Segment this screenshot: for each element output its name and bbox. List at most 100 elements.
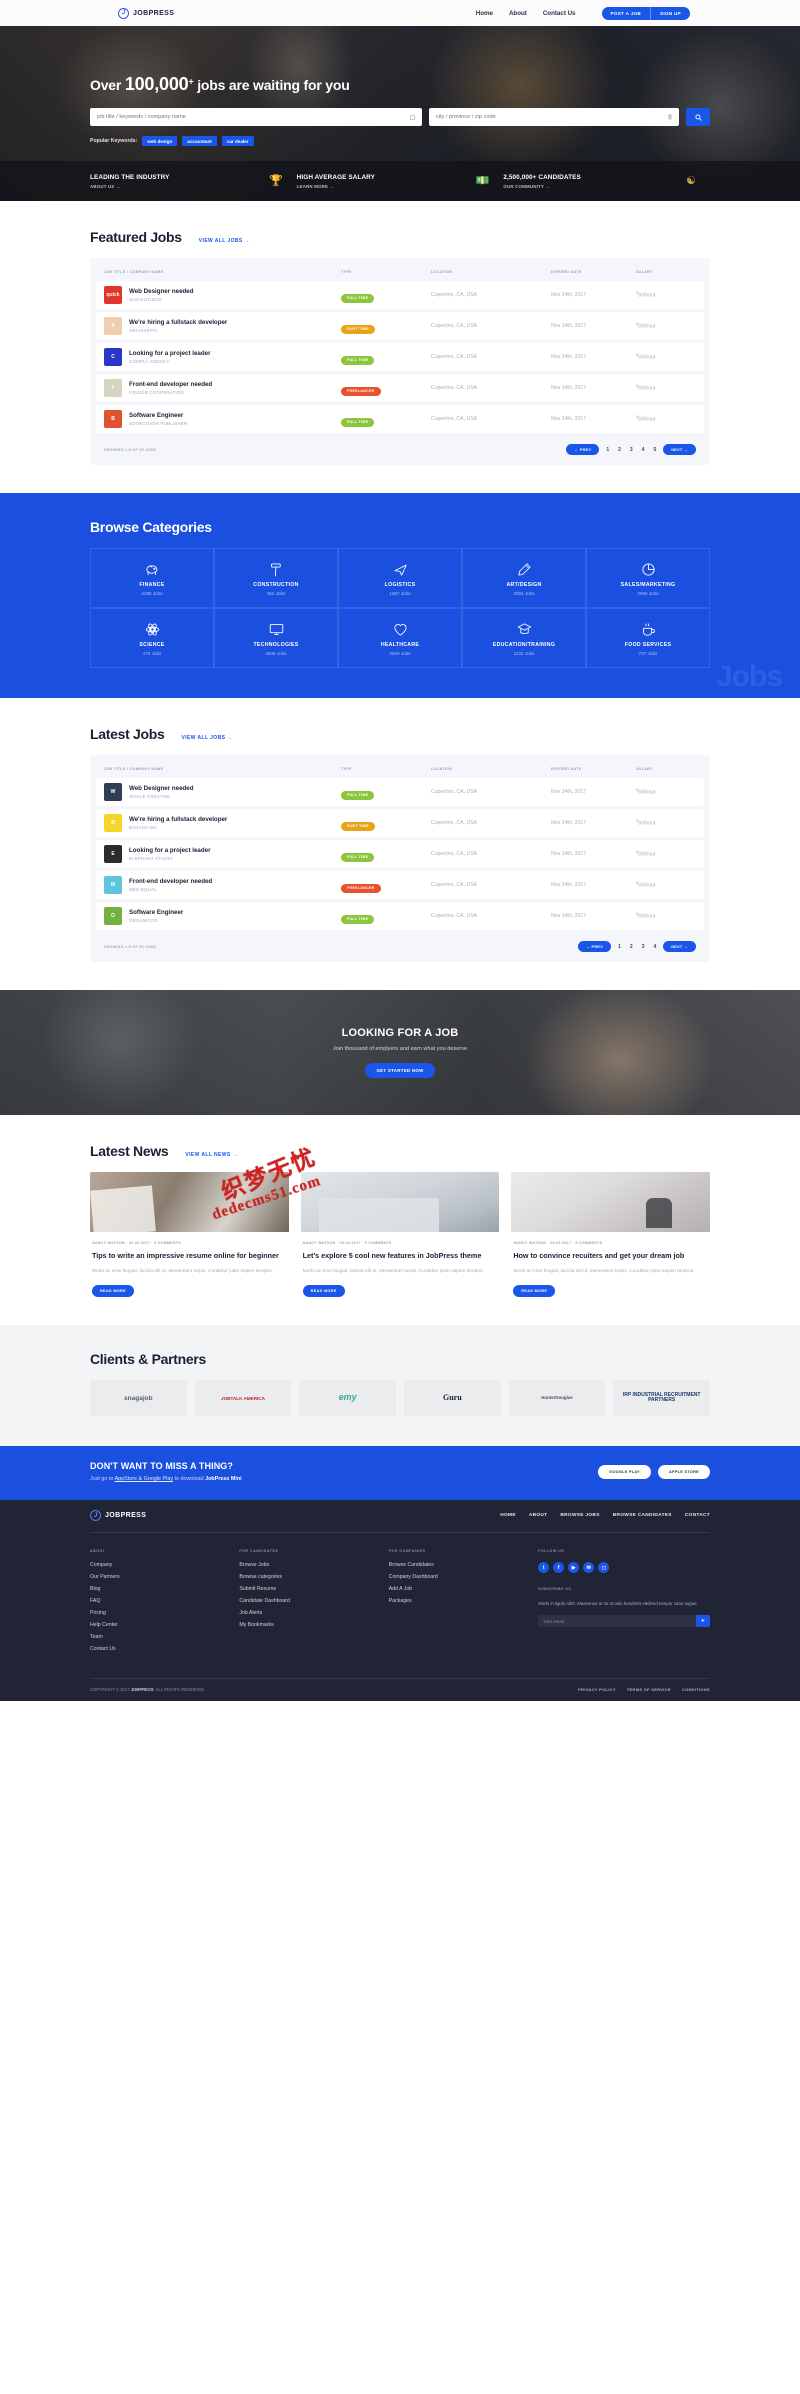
search-submit-button[interactable]	[686, 108, 710, 126]
page-2[interactable]: 2	[616, 447, 623, 453]
footer-link-add-a-job[interactable]: Add A Job	[389, 1586, 538, 1592]
footer-nav-home[interactable]: HOME	[500, 1513, 516, 1518]
google-play-button[interactable]: GOOGLE PLAY	[598, 1464, 651, 1479]
news-card[interactable]: NANCY WATSON · 20.02.2017 · 5 COMMENTS Le…	[300, 1172, 500, 1298]
stat-link[interactable]: LEARN MORE →	[297, 184, 375, 189]
legal-conditions[interactable]: CONDITIONS	[682, 1687, 710, 1692]
page-2[interactable]: 2	[628, 944, 635, 950]
table-row[interactable]: O Software Engineer ORGANICOO FULL TIME Cupe…	[96, 902, 704, 930]
footer-link-browse-categories[interactable]: Browse categories	[239, 1574, 388, 1580]
footer-link-pricing[interactable]: Pricing	[90, 1610, 239, 1616]
table-row[interactable]: W Web Designer needed WHALE CREATIVE FULL T…	[96, 778, 704, 806]
stat-high-salary[interactable]: HIGH AVERAGE SALARY LEARN MORE → 💵	[297, 174, 504, 189]
partner-logo[interactable]: snagajob	[90, 1380, 187, 1417]
prev-page-button[interactable]: ← PREV	[566, 444, 600, 455]
news-card[interactable]: NANCY WATSON · 20.02.2017 · 5 COMMENTS Ti…	[90, 1172, 289, 1298]
footer-nav-browse-jobs[interactable]: BROWSE JOBS	[560, 1513, 599, 1518]
legal-privacy-policy[interactable]: PRIVACY POLICY	[578, 1687, 616, 1692]
footer-link-company-dashboard[interactable]: Company Dashboard	[389, 1574, 538, 1580]
footer-link-packages[interactable]: Packages	[389, 1598, 538, 1604]
stat-candidates[interactable]: 2,500,000+ CANDIDATES OUR COMMUNITY → ☯	[503, 174, 710, 189]
app-store-links[interactable]: AppStore & Google Play	[115, 1476, 173, 1482]
table-row[interactable]: A We're hiring a fullstack developer ARCHI…	[96, 312, 704, 340]
nav-item-home[interactable]: Home	[476, 10, 493, 17]
page-4[interactable]: 4	[640, 447, 647, 453]
table-row[interactable]: B Software Engineer BOOKCOVER PUBLISHER FUL…	[96, 405, 704, 433]
legal-terms-of-service[interactable]: TERMS OF SERVICE	[627, 1687, 671, 1692]
partner-logo[interactable]: IRP INDUSTRIAL RECRUITMENT PARTNERS	[613, 1380, 710, 1417]
footer-link-faq[interactable]: FAQ	[90, 1598, 239, 1604]
page-5[interactable]: 5	[651, 447, 658, 453]
send-icon[interactable]: ➤	[695, 1615, 710, 1628]
sign-up-button[interactable]: SIGN UP	[650, 6, 690, 20]
get-started-button[interactable]: GET STARTED NOW	[365, 1063, 435, 1078]
category-cell-finance[interactable]: FINANCE 4286 Jobs	[90, 548, 214, 608]
news-title[interactable]: Let's explore 5 cool new features in Job…	[303, 1251, 498, 1261]
table-row[interactable]: M Front-end developer needed MED-EQUAL FREE…	[96, 871, 704, 899]
stat-link[interactable]: ABOUT US →	[90, 184, 170, 189]
site-logo[interactable]: J JOBPRESS	[118, 7, 174, 19]
category-cell-art-design[interactable]: ART/DESIGN 3094 Jobs	[462, 548, 586, 608]
stat-link[interactable]: OUR COMMUNITY →	[503, 184, 580, 189]
next-page-button[interactable]: NEXT →	[663, 444, 696, 455]
footer-link-contact-us[interactable]: Contact Us	[90, 1646, 239, 1652]
footer-nav-about[interactable]: ABOUT	[529, 1513, 548, 1518]
prev-page-button[interactable]: ← PREV	[578, 941, 612, 952]
footer-link-our-partners[interactable]: Our Partners	[90, 1574, 239, 1580]
category-cell-food-services[interactable]: FOOD SERVICES 757 Jobs	[586, 608, 710, 668]
footer-link-team[interactable]: Team	[90, 1634, 239, 1640]
news-card[interactable]: NANCY WATSON · 20.02.2017 · 5 COMMENTS Ho…	[511, 1172, 710, 1298]
page-4[interactable]: 4	[651, 944, 658, 950]
page-3[interactable]: 3	[640, 944, 647, 950]
footer-nav-browse-candidates[interactable]: BROWSE CANDIDATES	[613, 1513, 672, 1518]
facebook-icon[interactable]: f	[553, 1562, 565, 1574]
table-row[interactable]: quick Web Designer needed QUICKSTUDIO FULL …	[96, 281, 704, 309]
category-cell-sales-marketing[interactable]: SALES/MARKETING 2955 Jobs	[586, 548, 710, 608]
partner-logo[interactable]: HunterDouglas	[508, 1380, 606, 1417]
footer-link-help-center[interactable]: Help Center	[90, 1622, 239, 1628]
footer-link-my-bookmarks[interactable]: My Bookmarks	[239, 1622, 388, 1628]
partner-logo[interactable]: Guru	[403, 1380, 501, 1417]
view-all-latest-jobs-link[interactable]: VIEW ALL JOBS →	[182, 735, 233, 741]
category-cell-technologies[interactable]: TECHNOLOGIES 4536 Jobs	[214, 608, 338, 668]
nav-item-contact[interactable]: Contact Us	[543, 10, 576, 17]
page-1[interactable]: 1	[616, 944, 623, 950]
footer-link-job-alerts[interactable]: Job Alerts	[239, 1610, 388, 1616]
footer-link-blog[interactable]: Blog	[90, 1586, 239, 1592]
page-1[interactable]: 1	[604, 447, 611, 453]
page-3[interactable]: 3	[628, 447, 635, 453]
next-page-button[interactable]: NEXT →	[663, 941, 696, 952]
table-row[interactable]: E Looking for a project leader ELEPHANT ST…	[96, 840, 704, 868]
stat-leading-industry[interactable]: LEADING THE INDUSTRY ABOUT US → 🏆	[90, 174, 297, 189]
subscribe-email-input[interactable]: Your email	[538, 1615, 696, 1628]
search-keyword-input[interactable]	[97, 114, 410, 120]
partner-logo[interactable]: JOBTALK AMERICA	[194, 1380, 292, 1417]
view-all-news-link[interactable]: VIEW ALL NEWS →	[185, 1152, 237, 1158]
apple-store-button[interactable]: APPLE STORE	[657, 1464, 710, 1479]
footer-link-candidate-dashboard[interactable]: Candidate Dashboard	[239, 1598, 388, 1604]
partner-logo[interactable]: emy	[299, 1380, 396, 1417]
footer-link-company[interactable]: Company	[90, 1562, 239, 1568]
footer-link-browse-jobs[interactable]: Browse Jobs	[239, 1562, 388, 1568]
category-cell-logistics[interactable]: LOGISTICS 1867 Jobs	[338, 548, 462, 608]
view-all-jobs-link[interactable]: VIEW ALL JOBS →	[199, 238, 250, 244]
category-cell-science[interactable]: SCIENCE 470 Jobs	[90, 608, 214, 668]
nav-item-about[interactable]: About	[509, 10, 527, 17]
keyword-field-wrapper[interactable]	[90, 108, 422, 126]
read-more-button[interactable]: READ MORE	[302, 1285, 345, 1298]
keyword-tag-car-dealer[interactable]: car dealer	[221, 136, 254, 146]
youtube-icon[interactable]: ▶	[568, 1562, 580, 1574]
instagram-icon[interactable]: ◻	[598, 1562, 610, 1574]
news-title[interactable]: Tips to write an impressive resume onlin…	[92, 1251, 287, 1261]
table-row[interactable]: C Looking for a project leader COMPLY AGEN…	[96, 343, 704, 371]
twitter-icon[interactable]: t	[538, 1562, 550, 1574]
search-location-input[interactable]	[436, 114, 668, 120]
keyword-tag-accountant[interactable]: accountant	[182, 136, 217, 146]
footer-logo[interactable]: J JOBPRESS	[90, 1510, 146, 1522]
post-a-job-button[interactable]: POST A JOB	[602, 7, 650, 20]
location-field-wrapper[interactable]	[429, 108, 679, 126]
footer-nav-contact[interactable]: CONTACT	[685, 1513, 710, 1518]
footer-link-submit-resume[interactable]: Submit Resume	[239, 1586, 388, 1592]
footer-link-browse-candidates[interactable]: Browse Candidates	[389, 1562, 538, 1568]
email-icon[interactable]: ✉	[583, 1562, 595, 1574]
